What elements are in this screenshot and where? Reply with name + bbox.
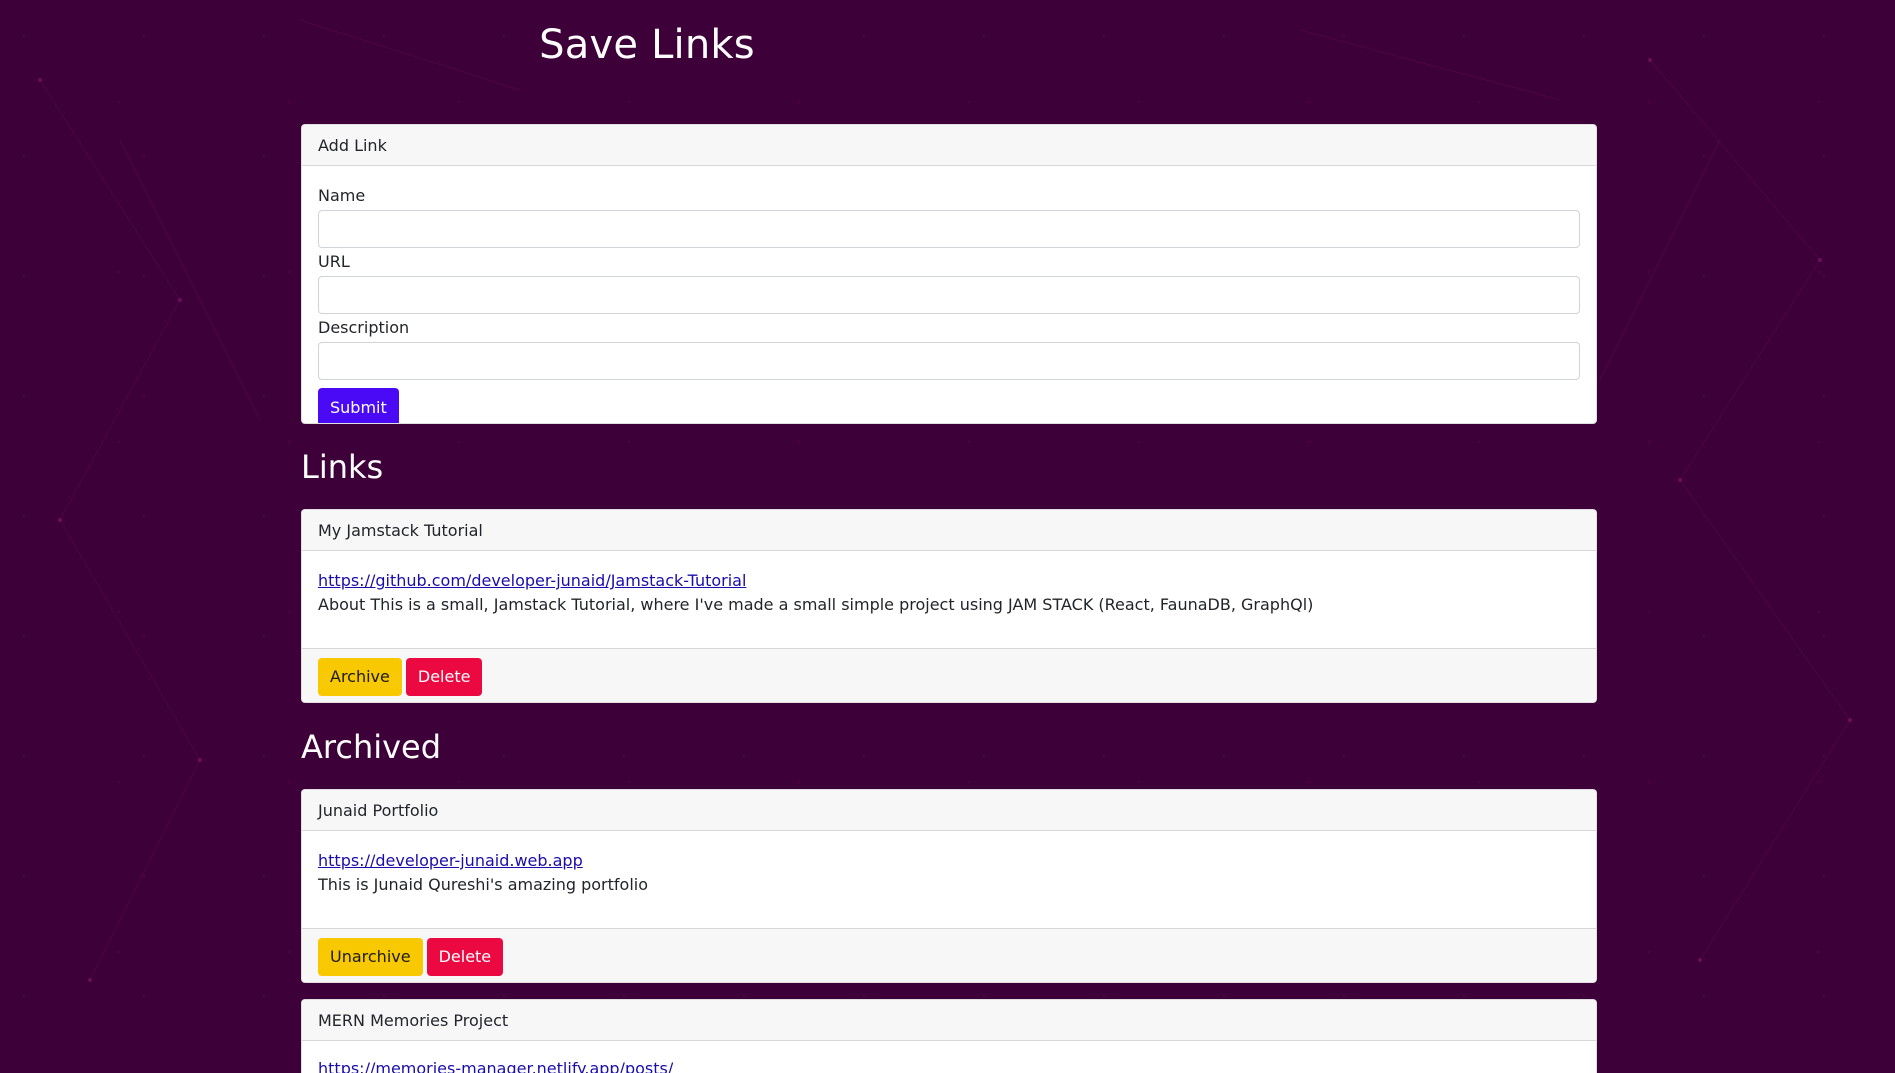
archived-link-url[interactable]: https://developer-junaid.web.app — [318, 849, 1580, 873]
url-label: URL — [318, 252, 350, 271]
archived-link-name: MERN Memories Project — [302, 1000, 1596, 1041]
link-card-footer: Archive Delete — [302, 648, 1596, 702]
description-label: Description — [318, 318, 410, 337]
link-description: About This is a small, Jamstack Tutorial… — [318, 595, 1314, 614]
delete-button[interactable]: Delete — [426, 937, 504, 976]
description-input[interactable] — [318, 342, 1580, 380]
archived-link-card-footer: Unarchive Delete — [302, 928, 1596, 982]
archived-section-title: Archived — [301, 728, 442, 766]
name-label: Name — [318, 186, 366, 205]
delete-button[interactable]: Delete — [405, 657, 483, 696]
archived-link-card: MERN Memories Project https://memories-m… — [301, 999, 1597, 1073]
archived-link-description: This is Junaid Qureshi's amazing portfol… — [318, 875, 649, 894]
archived-link-card: Junaid Portfolio https://developer-junai… — [301, 789, 1597, 983]
link-name: My Jamstack Tutorial — [302, 510, 1596, 551]
archive-button[interactable]: Archive — [318, 657, 402, 696]
archived-link-name: Junaid Portfolio — [302, 790, 1596, 831]
submit-button[interactable]: Submit — [318, 388, 399, 423]
archived-link-url[interactable]: https://memories-manager.netlify.app/pos… — [318, 1057, 1580, 1073]
link-url[interactable]: https://github.com/developer-junaid/Jams… — [318, 569, 1580, 593]
link-card: My Jamstack Tutorial https://github.com/… — [301, 509, 1597, 703]
url-input[interactable] — [318, 276, 1580, 314]
add-link-header: Add Link — [302, 125, 1596, 166]
links-section-title: Links — [301, 448, 384, 486]
unarchive-button[interactable]: Unarchive — [318, 937, 423, 976]
page-title: Save Links — [539, 22, 755, 68]
name-input[interactable] — [318, 210, 1580, 248]
add-link-card: Add Link Name URL Description Submit — [301, 124, 1597, 424]
